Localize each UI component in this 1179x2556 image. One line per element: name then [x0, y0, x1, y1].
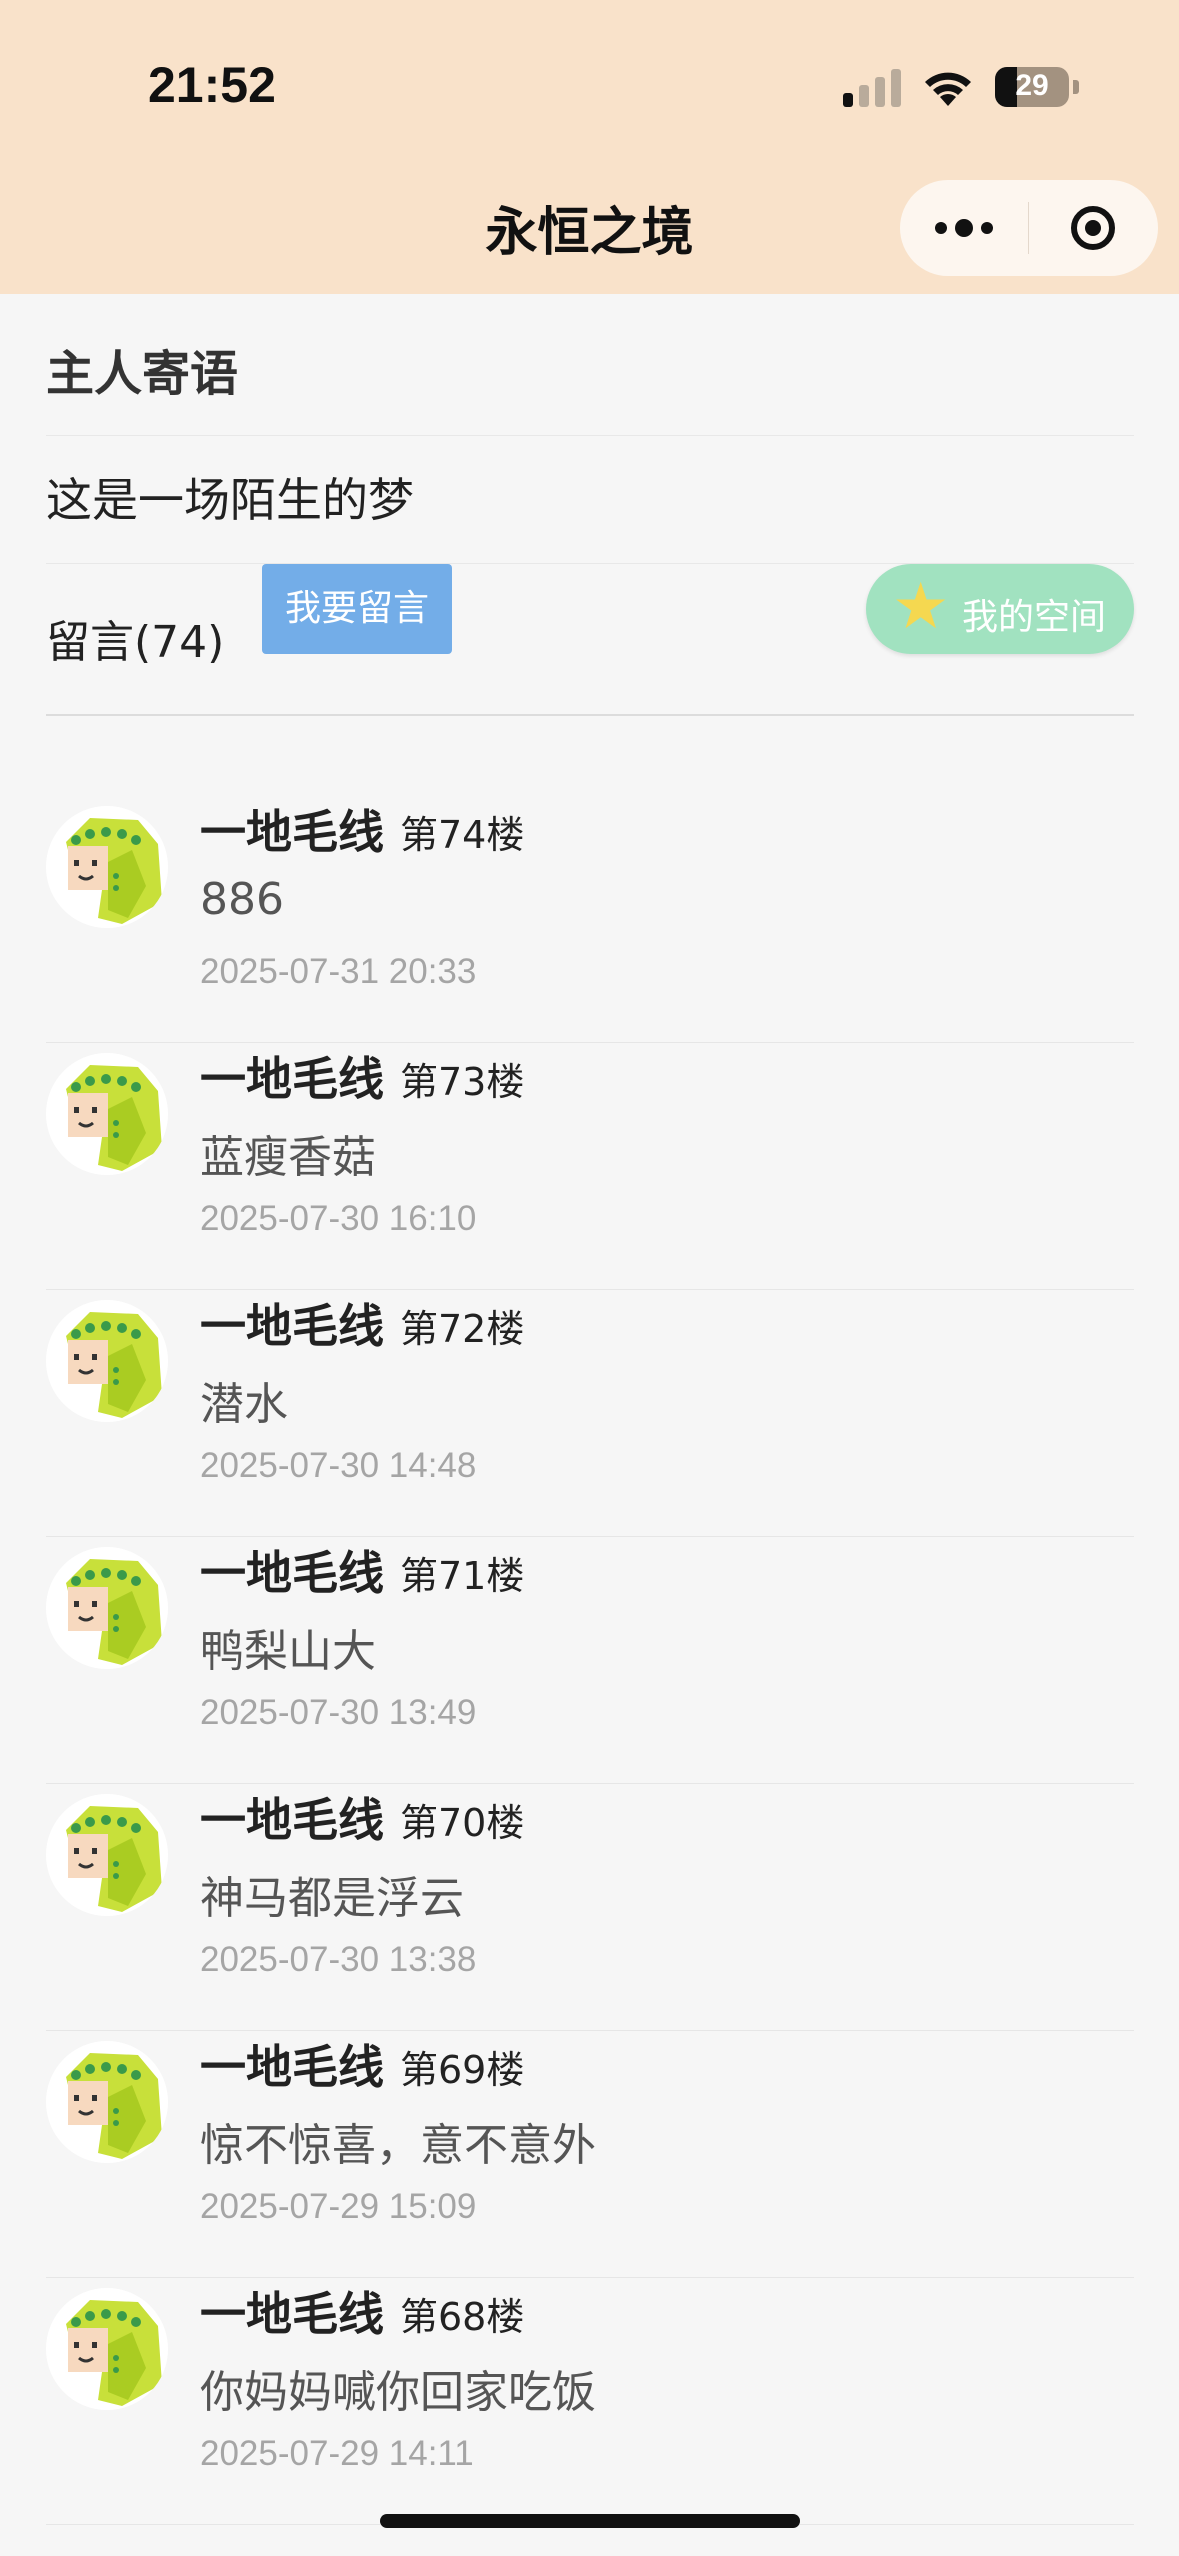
more-options-button[interactable] — [900, 219, 1028, 237]
comment-item[interactable]: 一地毛线 第73楼 蓝瘦香菇 2025-07-30 16:10 — [46, 1043, 1134, 1290]
home-indicator — [380, 2514, 800, 2528]
comment-date: 2025-07-29 14:11 — [200, 2434, 474, 2473]
floor-number: 第74楼 — [400, 813, 525, 857]
avatar[interactable] — [46, 1053, 168, 1175]
comment-text: 蓝瘦香菇 — [200, 1132, 376, 1183]
floor-number: 第72楼 — [400, 1307, 525, 1351]
comment-text: 神马都是浮云 — [200, 1873, 464, 1924]
battery-icon: 29 — [995, 67, 1069, 107]
comment-author: 一地毛线 第73楼 — [200, 1052, 525, 1106]
comment-text: 惊不惊喜，意不意外 — [200, 2120, 596, 2171]
comment-text: 潜水 — [200, 1379, 288, 1430]
comment-item[interactable]: 一地毛线 第68楼 你妈妈喊你回家吃饭 2025-07-29 14:11 — [46, 2278, 1134, 2525]
cellular-signal-icon — [843, 67, 901, 107]
status-icons: 29 — [843, 62, 1079, 112]
avatar[interactable] — [46, 806, 168, 928]
messages-bar: 留言(74) 我要留言 ★ 我的空间 — [46, 564, 1134, 716]
comment-author: 一地毛线 第74楼 — [200, 805, 525, 859]
target-icon — [1071, 206, 1115, 250]
avatar[interactable] — [46, 2288, 168, 2410]
avatar[interactable] — [46, 1794, 168, 1916]
comment-list: 一地毛线 第74楼 886 2025-07-31 20:33 一地毛线 第73楼… — [46, 796, 1134, 2525]
status-time: 21:52 — [148, 57, 276, 113]
comment-item[interactable]: 一地毛线 第72楼 潜水 2025-07-30 14:48 — [46, 1290, 1134, 1537]
avatar[interactable] — [46, 1300, 168, 1422]
star-icon: ★ — [892, 570, 950, 644]
floor-number: 第68楼 — [400, 2295, 525, 2339]
floor-number: 第73楼 — [400, 1060, 525, 1104]
floor-number: 第71楼 — [400, 1554, 525, 1598]
comment-item[interactable]: 一地毛线 第70楼 神马都是浮云 2025-07-30 13:38 — [46, 1784, 1134, 2031]
comment-author: 一地毛线 第69楼 — [200, 2040, 525, 2094]
main-content: 主人寄语 这是一场陌生的梦 留言(74) 我要留言 ★ 我的空间 一地毛线 第7… — [46, 294, 1134, 2525]
comment-item[interactable]: 一地毛线 第71楼 鸭梨山大 2025-07-30 13:49 — [46, 1537, 1134, 1784]
comment-date: 2025-07-30 13:38 — [200, 1940, 477, 1979]
floor-number: 第69楼 — [400, 2048, 525, 2092]
comment-item[interactable]: 一地毛线 第69楼 惊不惊喜，意不意外 2025-07-29 15:09 — [46, 2031, 1134, 2278]
comment-date: 2025-07-30 14:48 — [200, 1446, 477, 1485]
leave-message-label: 我要留言 — [284, 588, 429, 629]
comment-author: 一地毛线 第68楼 — [200, 2287, 525, 2341]
host-section-title: 主人寄语 — [46, 294, 1134, 436]
host-message: 这是一场陌生的梦 — [46, 436, 1134, 564]
comment-text: 你妈妈喊你回家吃饭 — [200, 2367, 596, 2418]
comment-author: 一地毛线 第70楼 — [200, 1793, 525, 1847]
my-space-label: 我的空间 — [962, 597, 1107, 638]
close-mini-program-button[interactable] — [1029, 206, 1157, 250]
avatar[interactable] — [46, 1547, 168, 1669]
comment-author: 一地毛线 第72楼 — [200, 1299, 525, 1353]
comment-date: 2025-07-30 16:10 — [200, 1199, 477, 1238]
battery-level: 29 — [1015, 69, 1049, 102]
comment-date: 2025-07-31 20:33 — [200, 952, 477, 991]
comment-item[interactable]: 一地毛线 第74楼 886 2025-07-31 20:33 — [46, 796, 1134, 1043]
comment-date: 2025-07-30 13:49 — [200, 1693, 477, 1732]
header: 21:52 29 永恒之境 — [0, 0, 1179, 294]
floor-number: 第70楼 — [400, 1801, 525, 1845]
comment-date: 2025-07-29 15:09 — [200, 2187, 477, 2226]
message-count: 留言(74) — [46, 617, 225, 668]
mini-program-capsule — [900, 180, 1158, 276]
comment-text: 鸭梨山大 — [200, 1626, 376, 1677]
avatar[interactable] — [46, 2041, 168, 2163]
wifi-icon — [925, 72, 971, 106]
leave-message-button[interactable]: 我要留言 — [262, 564, 452, 654]
my-space-button[interactable]: ★ 我的空间 — [866, 564, 1134, 654]
comment-text: 886 — [200, 874, 284, 925]
comment-author: 一地毛线 第71楼 — [200, 1546, 525, 1600]
